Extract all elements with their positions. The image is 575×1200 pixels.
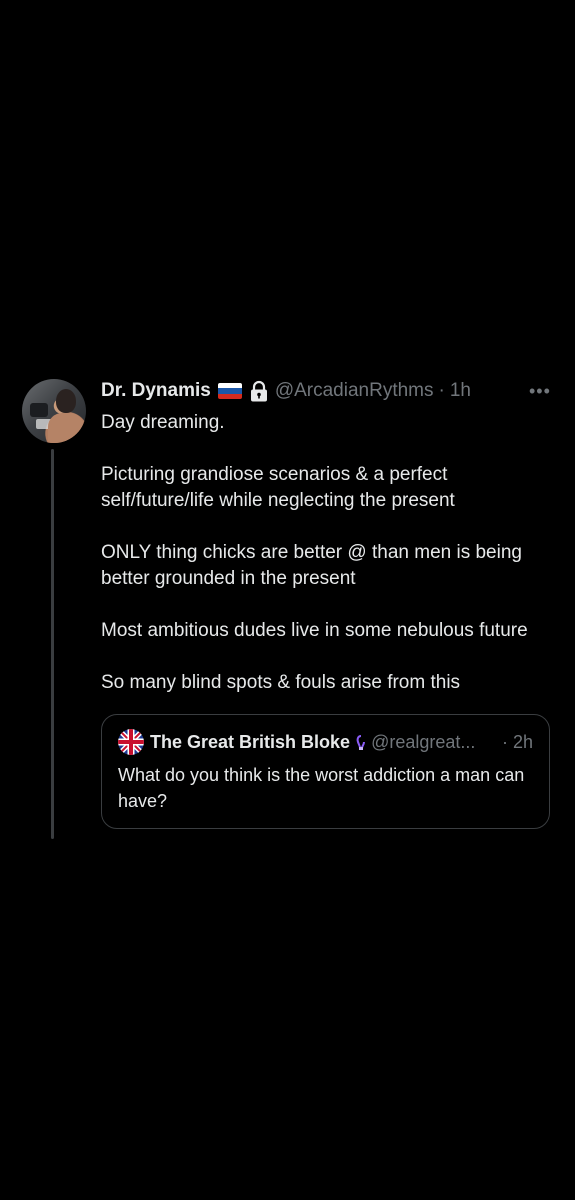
thread-line — [51, 449, 54, 839]
tweet-content: Dr. Dynamis @ArcadianRythms · 1h ••• Day… — [101, 376, 556, 722]
tweet-header: Dr. Dynamis @ArcadianRythms · 1h — [101, 376, 556, 406]
separator-dot: · — [501, 731, 508, 752]
quoted-display-name[interactable]: The Great British Bloke — [150, 732, 350, 753]
tweet-paragraph: So many blind spots & fouls arise from t… — [101, 672, 461, 693]
author-display-name[interactable]: Dr. Dynamis — [101, 380, 211, 402]
tweet-paragraph: Day dreaming. — [101, 412, 225, 433]
tweet-text: Day dreaming. Picturing grandiose scenar… — [101, 410, 556, 696]
author-avatar[interactable] — [22, 379, 86, 443]
tweet-paragraph: ONLY thing chicks are better @ than men … — [101, 542, 522, 589]
quoted-handle[interactable]: @realgreat... — [371, 732, 475, 753]
lock-icon — [250, 380, 267, 402]
quoted-tweet[interactable]: The Great British Bloke @realgreat... · … — [101, 714, 550, 829]
author-handle[interactable]: @ArcadianRythms — [275, 380, 434, 402]
russia-flag-icon — [217, 383, 242, 399]
union-jack-icon[interactable] — [118, 729, 144, 755]
badge-icon — [356, 735, 366, 750]
quoted-timestamp[interactable]: 2h — [513, 732, 533, 753]
tweet-timestamp[interactable]: 1h — [450, 380, 471, 402]
tweet-paragraph: Picturing grandiose scenarios & a perfec… — [101, 464, 455, 511]
quoted-tweet-header: The Great British Bloke @realgreat... · … — [118, 729, 533, 755]
quoted-tweet-text: What do you think is the worst addiction… — [118, 765, 525, 811]
more-options-icon[interactable]: ••• — [529, 382, 555, 400]
tweet-paragraph: Most ambitious dudes live in some nebulo… — [101, 620, 528, 641]
separator-dot: · — [438, 380, 445, 401]
